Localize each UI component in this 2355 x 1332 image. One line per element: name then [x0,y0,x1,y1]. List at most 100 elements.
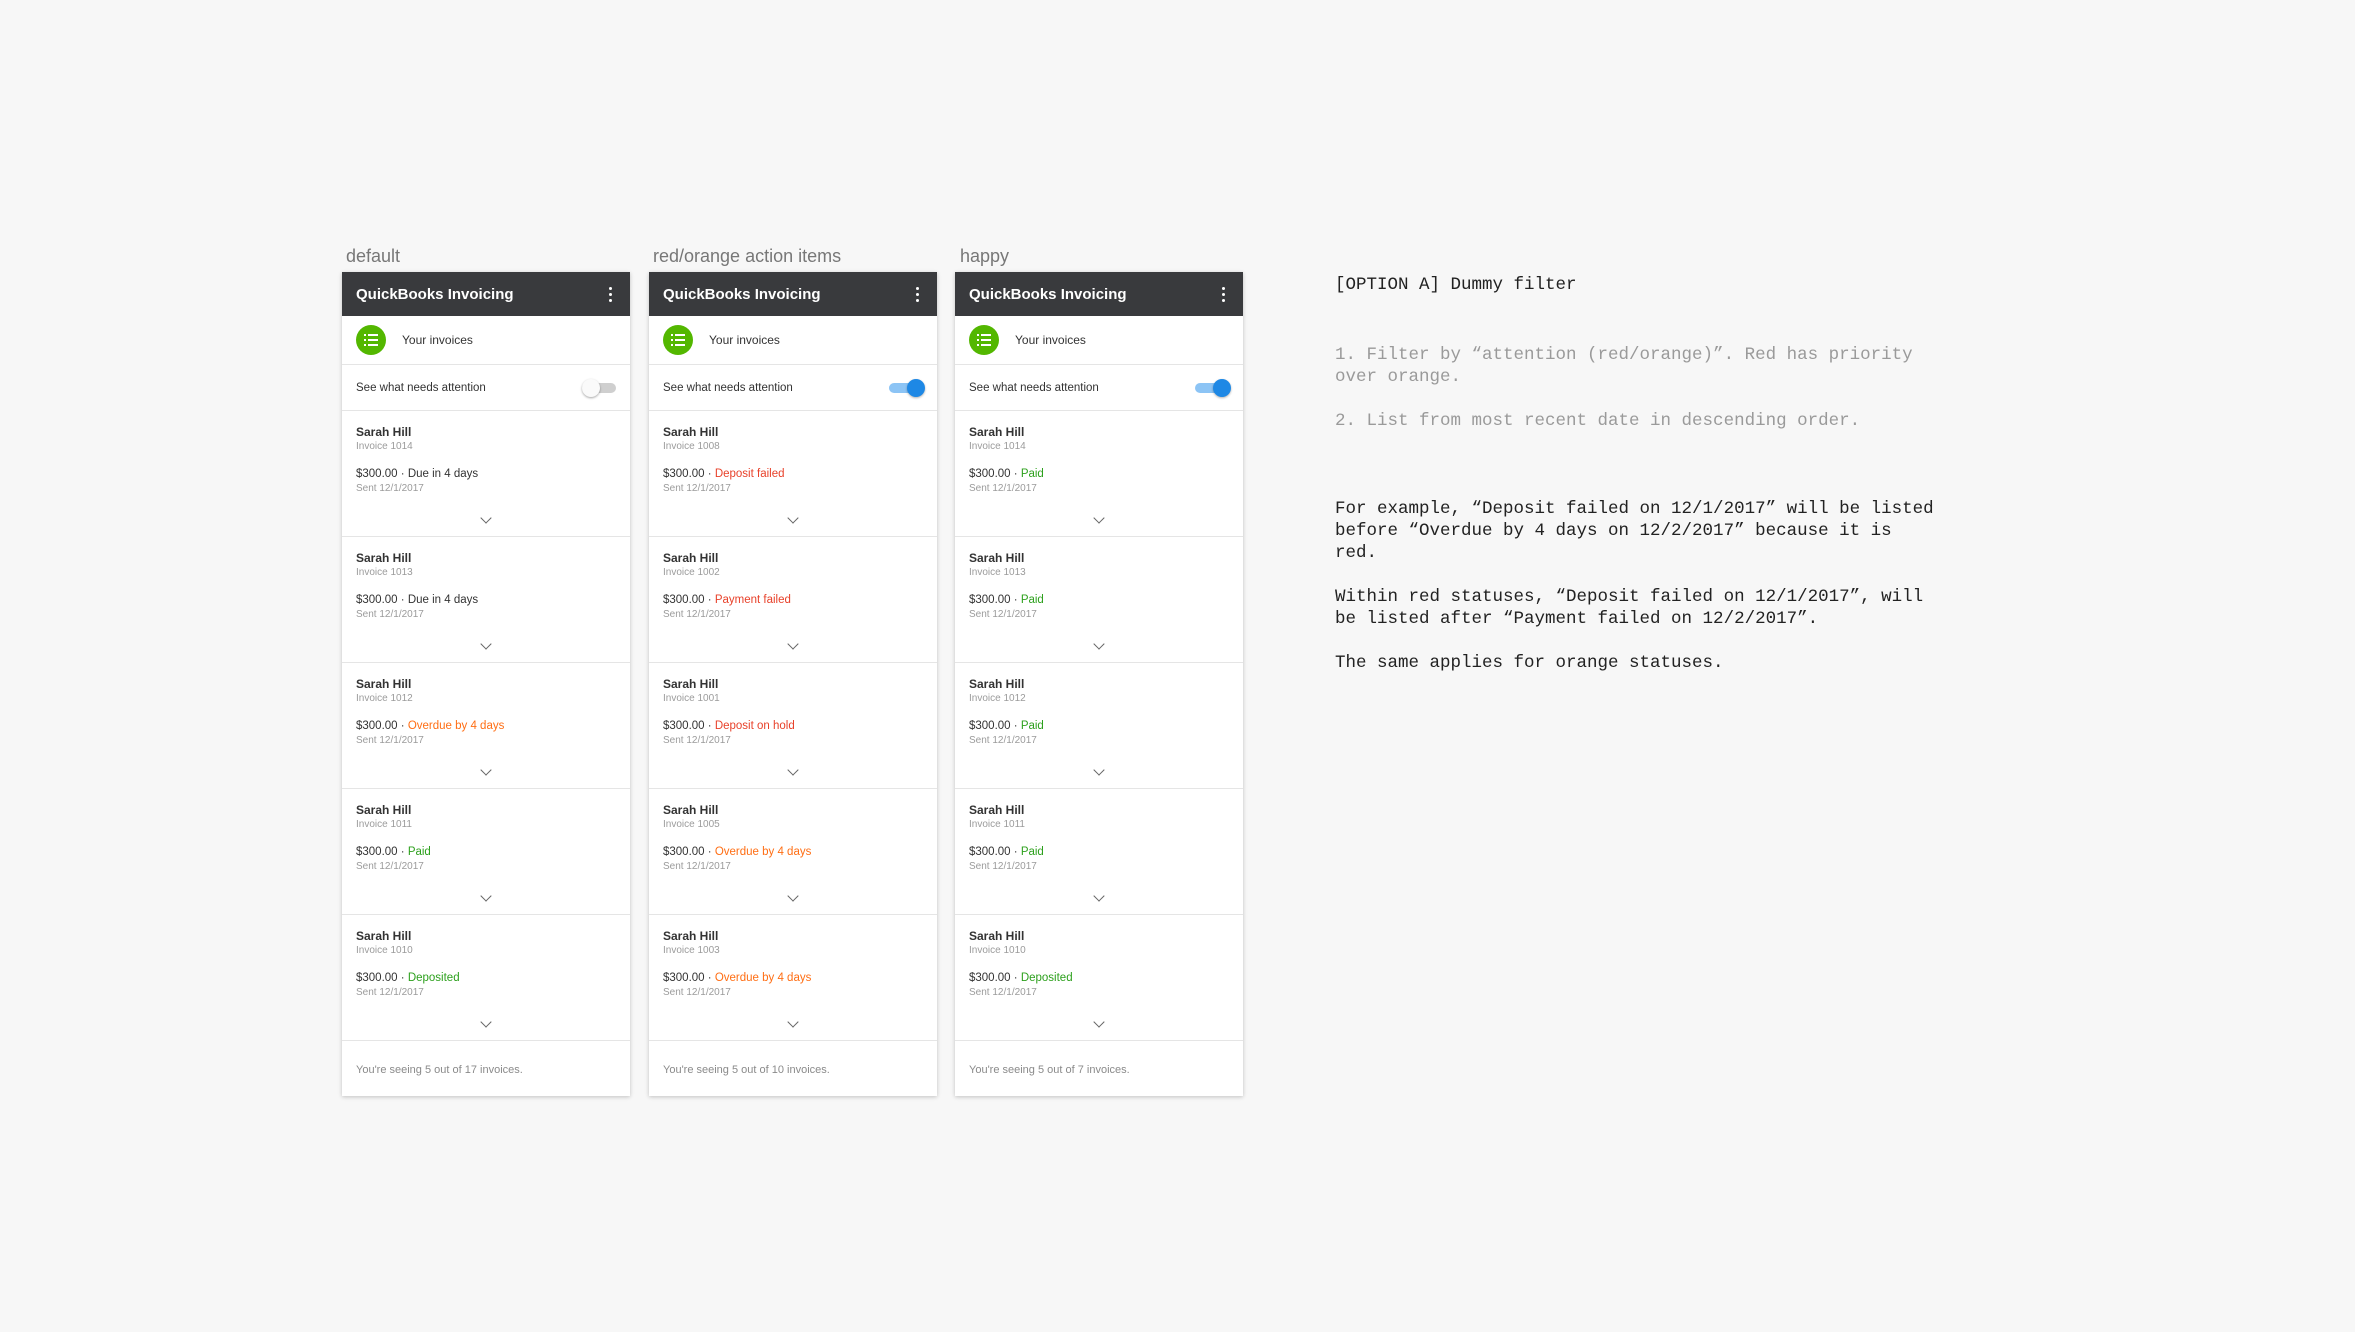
invoice-item[interactable]: Sarah Hill Invoice 1014 $300.00 · Due in… [342,411,630,537]
invoice-item[interactable]: Sarah Hill Invoice 1001 $300.00 · Deposi… [649,663,937,789]
notes-heading: [OPTION A] Dummy filter [1335,275,1577,295]
invoice-status: Due in 4 days [407,594,479,606]
invoice-item[interactable]: Sarah Hill Invoice 1011 $300.00 · Paid S… [342,789,630,915]
amount-status-line: $300.00 · Paid [969,844,1229,860]
invoice-item[interactable]: Sarah Hill Invoice 1012 $300.00 · Paid S… [955,663,1243,789]
invoice-number: Invoice 1001 [663,693,720,704]
chevron-down-icon[interactable] [787,1016,799,1028]
separator: · [704,846,715,858]
invoice-number: Invoice 1010 [969,945,1026,956]
invoice-item[interactable]: Sarah Hill Invoice 1003 $300.00 · Overdu… [649,915,937,1041]
your-invoices-row[interactable]: Your invoices [955,316,1243,365]
attention-row: See what needs attention [342,365,630,411]
invoice-item[interactable]: Sarah Hill Invoice 1008 $300.00 · Deposi… [649,411,937,537]
attention-row: See what needs attention [955,365,1243,411]
invoice-number: Invoice 1014 [969,441,1026,452]
separator: · [704,468,715,480]
phone-frame-red-orange: QuickBooks Invoicing Your invoices See w… [649,272,937,1096]
invoice-status: Deposited [1020,972,1073,984]
list-icon [969,325,999,355]
invoice-number: Invoice 1012 [969,693,1026,704]
frame-label-happy: happy [960,246,1010,266]
chevron-down-icon[interactable] [480,890,492,902]
invoice-item[interactable]: Sarah Hill Invoice 1013 $300.00 · Paid S… [955,537,1243,663]
amount-status-line: $300.00 · Deposit on hold [663,718,923,734]
separator: · [704,720,715,732]
amount-status-line: $300.00 · Deposited [969,970,1229,986]
customer-name: Sarah Hill [663,677,719,691]
attention-label: See what needs attention [356,381,486,394]
app-bar: QuickBooks Invoicing [955,272,1243,316]
chevron-down-icon[interactable] [480,1016,492,1028]
invoice-status: Overdue by 4 days [407,720,505,732]
chevron-down-icon[interactable] [1093,764,1105,776]
chevron-down-icon[interactable] [787,638,799,650]
invoice-number: Invoice 1002 [663,567,720,578]
chevron-down-icon[interactable] [787,512,799,524]
invoice-status: Paid [407,846,431,858]
amount-status-line: $300.00 · Deposit failed [663,466,923,482]
notes-paragraph: Within red statuses, “Deposit failed on … [1335,587,1924,629]
app-bar: QuickBooks Invoicing [649,272,937,316]
attention-toggle[interactable] [889,378,925,397]
customer-name: Sarah Hill [969,803,1025,817]
chevron-down-icon[interactable] [1093,638,1105,650]
separator: · [397,720,408,732]
invoice-item[interactable]: Sarah Hill Invoice 1014 $300.00 · Paid S… [955,411,1243,537]
chevron-down-icon[interactable] [480,512,492,524]
frame-label-default: default [346,246,401,266]
attention-toggle[interactable] [1195,378,1231,397]
amount-status-line: $300.00 · Due in 4 days [356,466,616,482]
kebab-menu-icon[interactable] [912,283,923,306]
customer-name: Sarah Hill [969,929,1025,943]
invoice-status: Payment failed [714,594,791,606]
chevron-down-icon[interactable] [480,764,492,776]
chevron-down-icon[interactable] [1093,1016,1105,1028]
chevron-down-icon[interactable] [1093,890,1105,902]
amount-status-line: $300.00 · Paid [969,718,1229,734]
invoice-item[interactable]: Sarah Hill Invoice 1011 $300.00 · Paid S… [955,789,1243,915]
amount-status-line: $300.00 · Due in 4 days [356,592,616,608]
invoice-list: Sarah Hill Invoice 1008 $300.00 · Deposi… [649,411,937,1041]
sent-date: Sent 12/1/2017 [969,609,1037,620]
invoice-item[interactable]: Sarah Hill Invoice 1013 $300.00 · Due in… [342,537,630,663]
amount-status-line: $300.00 · Overdue by 4 days [663,844,923,860]
invoice-item[interactable]: Sarah Hill Invoice 1010 $300.00 · Deposi… [955,915,1243,1041]
chevron-down-icon[interactable] [480,638,492,650]
chevron-down-icon[interactable] [1093,512,1105,524]
customer-name: Sarah Hill [663,803,719,817]
customer-name: Sarah Hill [356,425,412,439]
invoice-item[interactable]: Sarah Hill Invoice 1005 $300.00 · Overdu… [649,789,937,915]
customer-name: Sarah Hill [969,425,1025,439]
invoice-item[interactable]: Sarah Hill Invoice 1012 $300.00 · Overdu… [342,663,630,789]
invoice-count-footer: You're seeing 5 out of 7 invoices. [969,1064,1130,1076]
kebab-menu-icon[interactable] [1218,283,1229,306]
invoice-number: Invoice 1008 [663,441,720,452]
invoice-number: Invoice 1003 [663,945,720,956]
sent-date: Sent 12/1/2017 [356,609,424,620]
attention-label: See what needs attention [663,381,793,394]
invoice-item[interactable]: Sarah Hill Invoice 1002 $300.00 · Paymen… [649,537,937,663]
kebab-menu-icon[interactable] [605,283,616,306]
amount-status-line: $300.00 · Overdue by 4 days [663,970,923,986]
invoice-amount: $300.00 [356,594,398,606]
invoice-status: Paid [1020,846,1044,858]
separator: · [1010,720,1021,732]
invoice-amount: $300.00 [969,468,1011,480]
invoice-item[interactable]: Sarah Hill Invoice 1010 $300.00 · Deposi… [342,915,630,1041]
customer-name: Sarah Hill [356,803,412,817]
your-invoices-row[interactable]: Your invoices [342,316,630,365]
invoice-status: Due in 4 days [407,468,479,480]
sent-date: Sent 12/1/2017 [663,609,731,620]
separator: · [704,972,715,984]
customer-name: Sarah Hill [969,551,1025,565]
amount-status-line: $300.00 · Paid [356,844,616,860]
invoice-number: Invoice 1005 [663,819,720,830]
notes-rule: 2. List from most recent date in descend… [1335,411,1861,431]
your-invoices-row[interactable]: Your invoices [649,316,937,365]
chevron-down-icon[interactable] [787,764,799,776]
customer-name: Sarah Hill [663,929,719,943]
chevron-down-icon[interactable] [787,890,799,902]
invoice-count-footer: You're seeing 5 out of 10 invoices. [663,1064,830,1076]
attention-toggle[interactable] [582,378,616,397]
